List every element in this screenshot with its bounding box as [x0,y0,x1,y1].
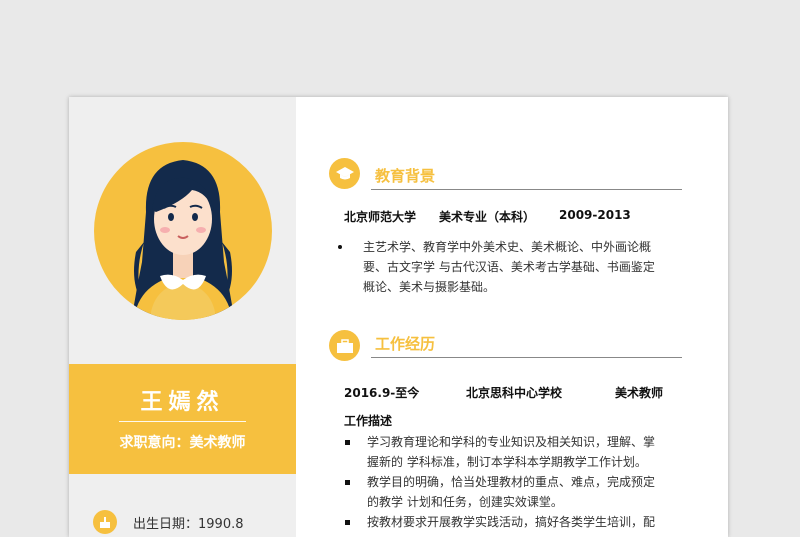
work-item: 学习教育理论和学科的专业知识及相关知识，理解、掌 握新的 学科标准，制订本学科本… [344,432,656,472]
sidebar: 王嫣然 求职意向：美术教师 出生日期：1990.8 [69,97,296,537]
work-item-line: 学习教育理论和学科的专业知识及相关知识，理解、掌 [367,435,656,449]
avatar-illustration [132,160,234,320]
work-item-line: 按教材要求开展教学实践活动，搞好各类学生培训，配 [367,515,656,529]
work-item-line: 教学目的明确，恰当处理教材的重点、难点，完成预定 [367,475,656,489]
education-period: 2009-2013 [559,208,631,222]
work-item: 教学目的明确，恰当处理教材的重点、难点，完成预定 的教学 计划和任务，创建实效课… [344,472,656,512]
name-panel: 王嫣然 求职意向：美术教师 [69,364,296,474]
work-period: 2016.9-至今 [344,386,420,400]
work-items: 学习教育理论和学科的专业知识及相关知识，理解、掌 握新的 学科标准，制订本学科本… [344,432,656,532]
work-company: 北京思科中心学校 [466,386,563,400]
graduation-cap-icon [329,158,360,189]
work-item: 按教材要求开展教学实践活动，搞好各类学生培训，配 [344,512,656,532]
education-title: 教育背景 [375,167,436,185]
birth-date: 出生日期：1990.8 [133,517,244,532]
work-title: 工作经历 [375,335,436,353]
work-position: 美术教师 [615,386,664,400]
work-item-line: 的教学 计划和任务，创建实效课堂。 [367,495,563,509]
resume-sheet: 王嫣然 求职意向：美术教师 出生日期：1990.8 教育背景 北京师范大学 美术… [69,97,728,537]
education-school: 北京师范大学 [344,210,417,224]
education-major: 美术专业（本科） [439,210,536,224]
work-description-title: 工作描述 [344,414,393,428]
cake-icon [93,510,117,534]
job-objective: 求职意向：美术教师 [119,435,246,451]
briefcase-icon [329,330,360,361]
work-divider [371,357,682,358]
education-detail-line: 要、古文字学 与古代汉语、美术考古学基础、书画鉴定 [363,260,655,274]
education-detail-line: 主艺术学、教育学中外美术史、美术概论、中外画论概 [338,237,655,257]
name-divider [119,421,246,422]
work-item-line: 握新的 学科标准，制订本学科本学期教学工作计划。 [367,455,647,469]
education-divider [371,189,682,190]
education-details: 主艺术学、教育学中外美术史、美术概论、中外画论概 要、古文字学 与古代汉语、美术… [338,237,655,297]
education-detail-line: 概论、美术与摄影基础。 [363,280,496,294]
avatar [94,142,272,320]
candidate-name: 王嫣然 [140,390,225,415]
